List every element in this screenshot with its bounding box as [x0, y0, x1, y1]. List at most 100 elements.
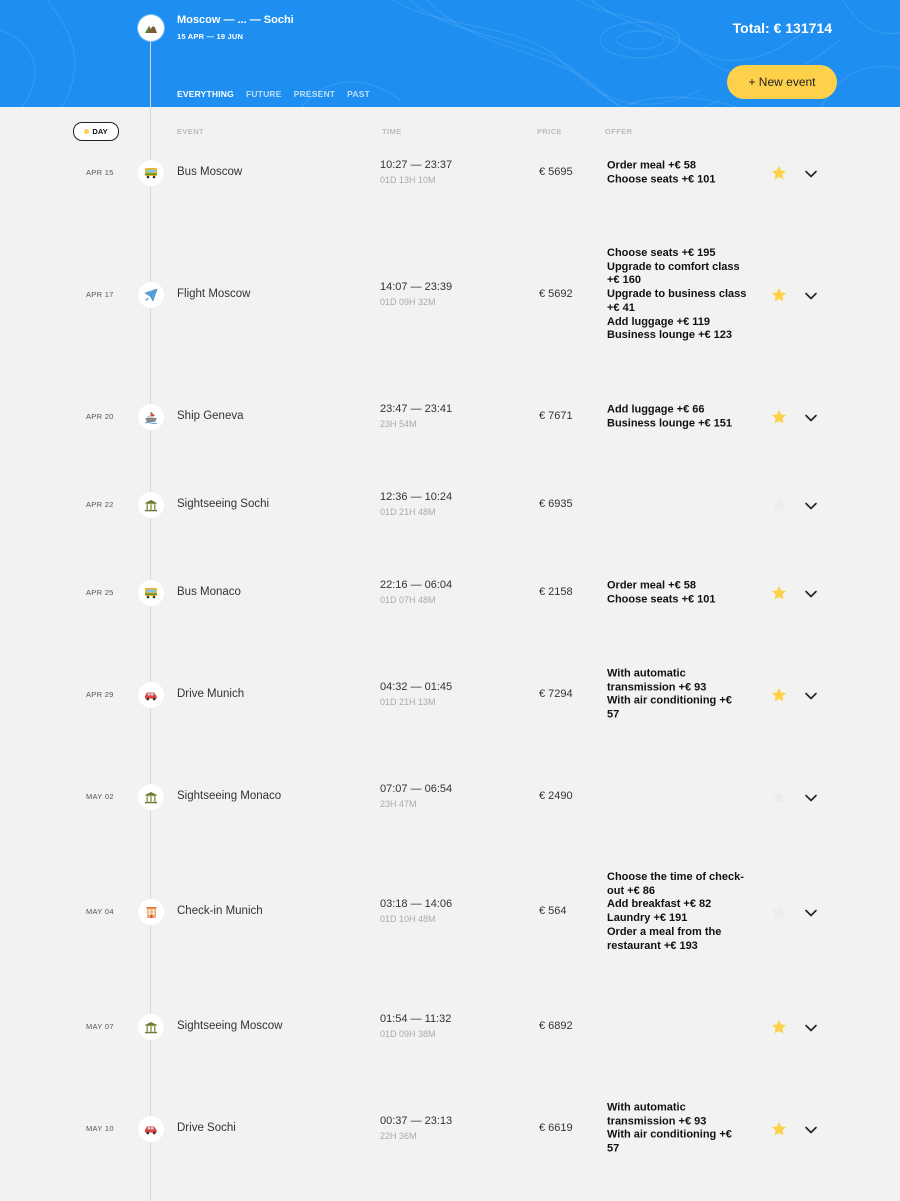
event-title: Sightseeing Sochi — [177, 498, 270, 510]
event-title: Flight Moscow — [177, 288, 251, 300]
event-date: APR 17 — [86, 290, 114, 299]
bus-icon — [138, 160, 164, 186]
event-title: Drive Sochi — [177, 1122, 236, 1134]
landmark-icon — [138, 784, 164, 810]
offer-item[interactable]: With automatic transmission +€ 93 — [607, 668, 747, 695]
trip-dates: 15 APR — 19 JUN — [177, 32, 244, 41]
event-time: 01:54 — 11:32 — [380, 1013, 452, 1025]
favorite-star-icon[interactable] — [770, 1120, 788, 1138]
sort-price[interactable]: PRICE — [537, 127, 562, 136]
event-price: € 6619 — [539, 1122, 573, 1134]
sort-offer[interactable]: OFFER — [605, 127, 632, 136]
event-price: € 7294 — [539, 688, 573, 700]
landmark-icon — [138, 492, 164, 518]
chevron-down-icon[interactable] — [804, 289, 818, 301]
offer-item[interactable]: Laundry +€ 191 — [607, 912, 747, 926]
chevron-down-icon[interactable] — [804, 1123, 818, 1135]
favorite-star-icon[interactable] — [770, 286, 788, 304]
active-sort-dot — [84, 129, 90, 134]
offer-item[interactable]: With automatic transmission +€ 93 — [607, 1102, 747, 1129]
offer-item[interactable]: With air conditioning +€ 57 — [607, 695, 747, 722]
offer-item[interactable]: Add luggage +€ 119 — [607, 316, 747, 330]
chevron-down-icon[interactable] — [804, 689, 818, 701]
event-price: € 5695 — [539, 166, 573, 178]
event-title: Sightseeing Monaco — [177, 790, 282, 802]
event-duration: 23H 54M — [380, 419, 417, 429]
offer-item[interactable]: Upgrade to business class +€ 41 — [607, 288, 747, 315]
event-offers: Choose the time of check-out +€ 86 Add b… — [607, 871, 747, 953]
chevron-down-icon[interactable] — [804, 1021, 818, 1033]
event-date: APR 22 — [86, 500, 114, 509]
event-title: Sightseeing Moscow — [177, 1020, 283, 1032]
event-date: MAY 07 — [86, 1022, 114, 1031]
event-time: 23:47 — 23:41 — [380, 403, 453, 415]
favorite-star-icon[interactable] — [770, 903, 788, 921]
event-time: 10:27 — 23:37 — [380, 159, 453, 171]
event-time: 07:07 — 06:54 — [380, 783, 453, 795]
event-duration: 01D 21H 48M — [380, 507, 436, 517]
offer-item[interactable]: Order meal +€ 58 — [607, 579, 747, 593]
offer-item[interactable]: Order meal +€ 58 — [607, 159, 747, 173]
ship-icon — [138, 404, 164, 430]
hotel-icon — [138, 899, 164, 925]
event-price: € 6935 — [539, 498, 573, 510]
event-duration: 01D 09H 32M — [380, 297, 436, 307]
chevron-down-icon[interactable] — [804, 906, 818, 918]
event-offers: Order meal +€ 58 Choose seats +€ 101 — [607, 579, 747, 606]
event-time: 12:36 — 10:24 — [380, 491, 453, 503]
event-date: APR 29 — [86, 690, 114, 699]
favorite-star-icon[interactable] — [770, 164, 788, 182]
chevron-down-icon[interactable] — [804, 499, 818, 511]
event-title: Check-in Munich — [177, 905, 263, 917]
event-date: APR 20 — [86, 412, 114, 421]
event-offers: Order meal +€ 58 Choose seats +€ 101 — [607, 159, 747, 186]
event-title: Bus Moscow — [177, 166, 243, 178]
event-duration: 01D 10H 48M — [380, 914, 436, 924]
sort-event[interactable]: EVENT — [177, 127, 204, 136]
event-price: € 564 — [539, 905, 567, 917]
new-event-button[interactable]: + New event — [727, 65, 837, 99]
filter-past[interactable]: PAST — [347, 89, 370, 99]
event-duration: 01D 13H 10M — [380, 175, 436, 185]
chevron-down-icon[interactable] — [804, 411, 818, 423]
filter-everything[interactable]: EVERYTHING — [177, 89, 234, 99]
chevron-down-icon[interactable] — [804, 167, 818, 179]
favorite-star-icon[interactable] — [770, 584, 788, 602]
offer-item[interactable]: Upgrade to comfort class +€ 160 — [607, 261, 747, 288]
offer-item[interactable]: Add luggage +€ 66 — [607, 403, 747, 417]
sort-day-label: DAY — [92, 127, 108, 136]
event-date: APR 15 — [86, 168, 114, 177]
filter-future[interactable]: FUTURE — [246, 89, 282, 99]
chevron-down-icon[interactable] — [804, 587, 818, 599]
event-duration: 23H 47M — [380, 799, 417, 809]
offer-item[interactable]: With air conditioning +€ 57 — [607, 1129, 747, 1156]
offer-item[interactable]: Add breakfast +€ 82 — [607, 898, 747, 912]
chevron-down-icon[interactable] — [804, 791, 818, 803]
landmark-icon — [138, 1014, 164, 1040]
sort-day-button[interactable]: DAY — [73, 122, 119, 141]
event-date: MAY 02 — [86, 792, 114, 801]
offer-item[interactable]: Choose seats +€ 101 — [607, 593, 747, 607]
favorite-star-icon[interactable] — [770, 496, 788, 514]
offer-item[interactable]: Order a meal from the restaurant +€ 193 — [607, 926, 747, 953]
sort-time[interactable]: TIME — [382, 127, 402, 136]
event-offers: Choose seats +€ 195 Upgrade to comfort c… — [607, 247, 747, 343]
event-duration: 01D 09H 38M — [380, 1029, 436, 1039]
event-date: MAY 04 — [86, 907, 114, 916]
mountain-icon — [138, 15, 164, 41]
favorite-star-icon[interactable] — [770, 408, 788, 426]
event-price: € 5692 — [539, 288, 573, 300]
favorite-star-icon[interactable] — [770, 788, 788, 806]
favorite-star-icon[interactable] — [770, 1018, 788, 1036]
filter-present[interactable]: PRESENT — [294, 89, 336, 99]
offer-item[interactable]: Choose seats +€ 101 — [607, 173, 747, 187]
event-price: € 7671 — [539, 410, 573, 422]
trip-header: Moscow — ... — Sochi 15 APR — 19 JUN Tot… — [0, 0, 900, 107]
offer-item[interactable]: Choose the time of check-out +€ 86 — [607, 871, 747, 898]
favorite-star-icon[interactable] — [770, 686, 788, 704]
plane-icon — [138, 282, 164, 308]
event-offers: Add luggage +€ 66 Business lounge +€ 151 — [607, 403, 747, 430]
offer-item[interactable]: Business lounge +€ 123 — [607, 329, 747, 343]
offer-item[interactable]: Choose seats +€ 195 — [607, 247, 747, 261]
offer-item[interactable]: Business lounge +€ 151 — [607, 417, 747, 431]
